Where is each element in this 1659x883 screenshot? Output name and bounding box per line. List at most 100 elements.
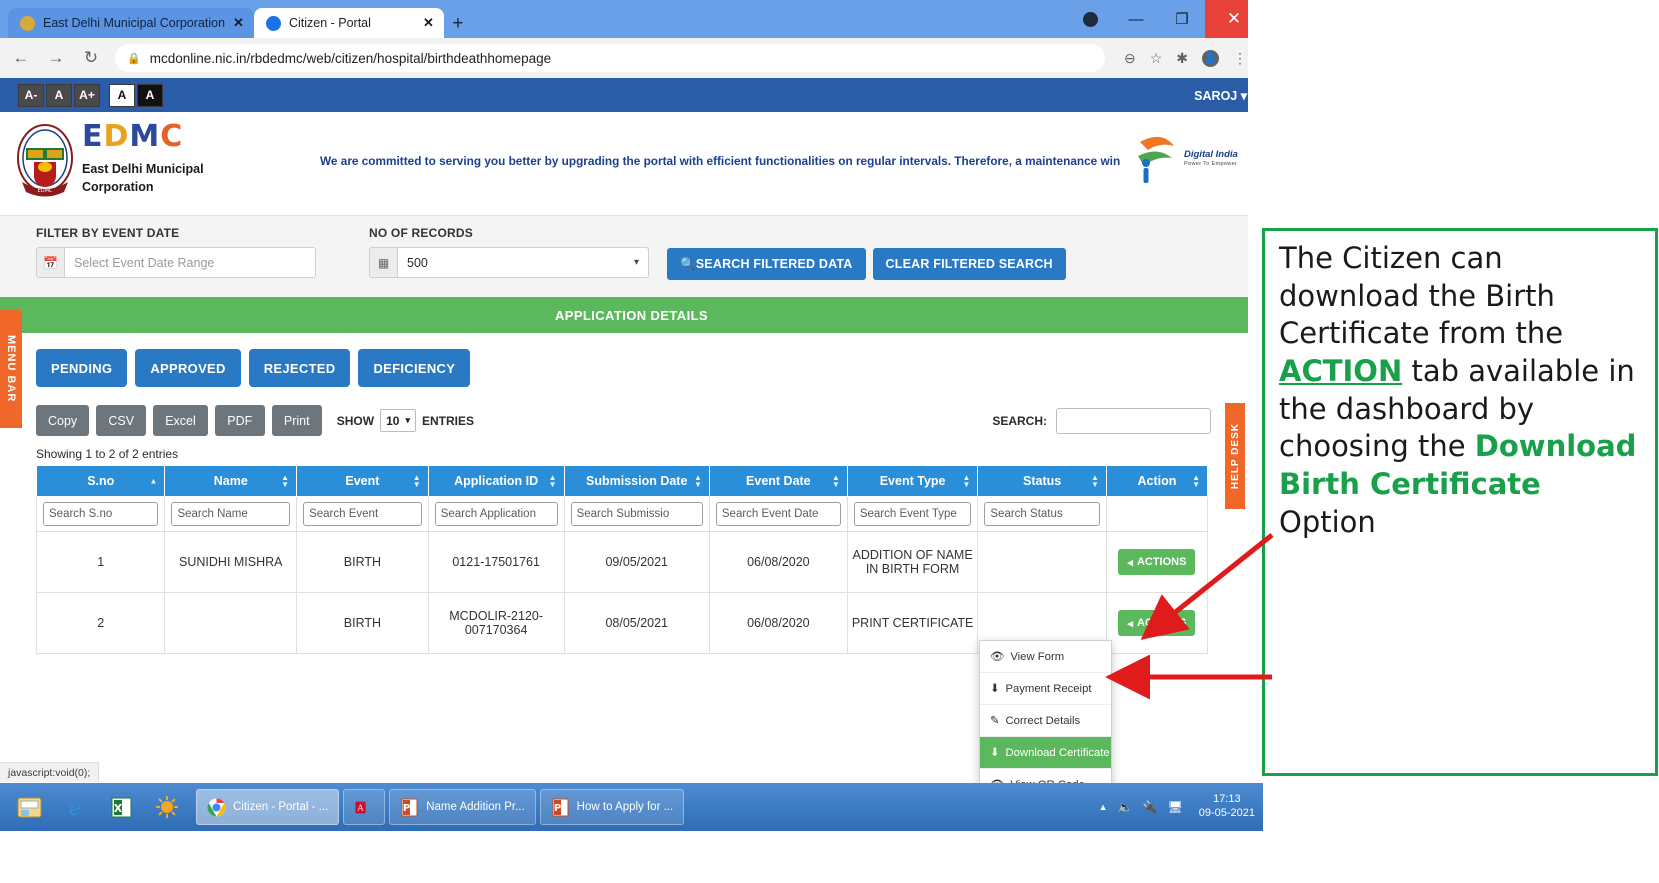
column-search-input[interactable]: Search Event Date — [715, 502, 841, 526]
profile-avatar-icon[interactable]: 👤 — [1202, 49, 1219, 67]
dropdown-item-correct-details[interactable]: ✎ Correct Details — [980, 705, 1111, 737]
column-search-input[interactable]: Search Name — [171, 502, 291, 526]
tab-rejected[interactable]: REJECTED — [248, 349, 351, 387]
state-tabs: PENDING APPROVED REJECTED DEFICIENCY — [0, 333, 1263, 387]
cell-action: ◂ ACTIONS — [1105, 592, 1209, 654]
forward-button[interactable]: → — [45, 48, 67, 68]
show-hidden-icons-icon[interactable]: ▲ — [1099, 802, 1108, 812]
cell-search-sno: Search S.no — [35, 496, 166, 532]
column-label: Name — [213, 474, 248, 488]
column-search-input[interactable]: Search S.no — [43, 502, 159, 526]
sun-icon[interactable] — [144, 786, 190, 828]
reload-button[interactable]: ↻ — [80, 48, 102, 68]
column-search-input[interactable]: Search Submissio — [570, 502, 703, 526]
tab-deficiency[interactable]: DEFICIENCY — [358, 349, 471, 387]
cell-search-status: Search Status — [977, 496, 1107, 532]
tab-close-icon[interactable]: ✕ — [423, 15, 434, 31]
browser-tab-2[interactable]: Citizen - Portal ✕ — [253, 8, 444, 38]
maximize-button[interactable]: ❐ — [1159, 0, 1205, 38]
user-menu[interactable]: SAROJ ▾ — [1194, 88, 1247, 103]
column-header-event-type[interactable]: Event Type ▲ ▼ — [846, 465, 979, 497]
records-select[interactable]: 500 ▾ — [397, 247, 649, 278]
menu-bar-label: MENU BAR — [5, 335, 17, 403]
contrast-dark-button[interactable]: A — [137, 83, 163, 107]
browser-menu-icon[interactable]: ⋮ — [1233, 50, 1247, 67]
bookmark-star-icon[interactable]: ☆ — [1150, 50, 1163, 67]
taskbar-task-acrobat[interactable]: A — [343, 789, 386, 825]
clock-date: 09-05-2021 — [1198, 807, 1255, 819]
event-date-input[interactable]: Select Event Date Range — [64, 247, 316, 278]
digital-india-text: Digital India Power To Empower — [1184, 149, 1238, 167]
sort-icon: ▲ ▼ — [281, 472, 290, 489]
display-icon[interactable]: 🖥 — [1167, 800, 1182, 814]
font-increase-button[interactable]: A+ — [74, 83, 100, 107]
font-decrease-button[interactable]: A- — [18, 83, 44, 107]
profile-dot-icon[interactable] — [1067, 0, 1113, 38]
column-search-input[interactable]: Search Status — [984, 502, 1100, 526]
internet-explorer-icon[interactable]: e — [52, 786, 98, 828]
actions-dropdown-menu: 👁 View Form ⬇ Payment Receipt ✎ Correct … — [979, 640, 1112, 783]
actions-button[interactable]: ◂ ACTIONS — [1118, 549, 1196, 575]
taskbar-clock[interactable]: 17:13 09-05-2021 — [1193, 793, 1255, 821]
taskbar-task-powerpoint-2[interactable]: P How to Apply for ... — [539, 789, 685, 825]
logo-letter-c: C — [160, 119, 184, 154]
logo-letter-e: E — [82, 119, 104, 154]
browser-tab-1[interactable]: East Delhi Municipal Corporation ✕ — [8, 8, 254, 38]
tab-strip: East Delhi Municipal Corporation ✕ Citiz… — [0, 0, 1263, 38]
column-search-input[interactable]: Search Event Type — [853, 502, 972, 526]
column-header-event-date[interactable]: Event Date ▲ ▼ — [708, 465, 848, 497]
column-header-name[interactable]: Name ▲ ▼ — [164, 465, 298, 497]
volume-icon[interactable]: 🔈 — [1118, 800, 1133, 814]
cell-name: SUNIDHI MISHRA — [164, 531, 298, 593]
print-button[interactable]: Print — [271, 405, 322, 436]
font-normal-button[interactable]: A — [46, 83, 72, 107]
column-search-input[interactable]: Search Event — [303, 502, 422, 526]
actions-button[interactable]: ◂ ACTIONS — [1118, 610, 1196, 636]
records-input-group[interactable]: ▦ 500 ▾ — [369, 247, 649, 278]
column-header-status[interactable]: Status ▲ ▼ — [977, 465, 1107, 497]
column-header-action[interactable]: Action ▲ ▼ — [1105, 465, 1209, 497]
zoom-out-icon[interactable]: ⊖ — [1124, 50, 1136, 67]
copy-button[interactable]: Copy — [36, 405, 90, 436]
excel-button[interactable]: Excel — [153, 405, 208, 436]
logo-letter-d: D — [103, 119, 130, 154]
column-header-sno[interactable]: S.no ▲ — [35, 465, 166, 497]
menu-bar-side-tab[interactable]: MENU BAR — [0, 310, 22, 428]
records-filter-group: NO OF RECORDS ▦ 500 ▾ — [369, 226, 649, 278]
pdf-button[interactable]: PDF — [214, 405, 265, 436]
cell-submission-date: 09/05/2021 — [563, 531, 710, 593]
tab-approved[interactable]: APPROVED — [135, 349, 241, 387]
cell-event-type: ADDITION OF NAME IN BIRTH FORM — [846, 531, 979, 593]
tab-close-icon[interactable]: ✕ — [233, 15, 244, 31]
back-button[interactable]: ← — [10, 48, 32, 68]
entries-select[interactable]: 10 ▾ — [380, 409, 416, 432]
column-header-event[interactable]: Event ▲ ▼ — [296, 465, 429, 497]
table-search-input[interactable] — [1056, 407, 1211, 434]
minimize-button[interactable]: — — [1113, 0, 1159, 38]
search-filtered-data-button[interactable]: 🔍SEARCH FILTERED DATA — [667, 248, 866, 280]
clear-filtered-search-button[interactable]: CLEAR FILTERED SEARCH — [872, 248, 1066, 280]
taskbar-task-powerpoint-1[interactable]: P Name Addition Pr... — [389, 789, 536, 825]
new-tab-button[interactable]: + — [444, 10, 472, 38]
dropdown-item-download-certificate[interactable]: ⬇ Download Certificate — [980, 737, 1111, 769]
excel-icon[interactable]: X — [98, 786, 144, 828]
network-icon[interactable]: 🔌 — [1143, 800, 1158, 814]
file-explorer-icon[interactable] — [6, 786, 52, 828]
chevron-left-icon: ◂ — [1127, 617, 1133, 630]
cell-event: BIRTH — [296, 531, 429, 593]
help-desk-side-tab[interactable]: HELP DESK — [1225, 403, 1245, 509]
tab-pending[interactable]: PENDING — [36, 349, 128, 387]
dropdown-item-view-form[interactable]: 👁 View Form — [980, 641, 1111, 673]
contrast-light-button[interactable]: A — [109, 83, 135, 107]
dropdown-item-payment-receipt[interactable]: ⬇ Payment Receipt — [980, 673, 1111, 705]
address-bar[interactable]: 🔒 mcdonline.nic.in/rbdedmc/web/citizen/h… — [115, 44, 1105, 72]
taskbar-task-chrome[interactable]: Citizen - Portal - ... — [196, 789, 340, 825]
extensions-icon[interactable]: ✱ — [1176, 50, 1188, 67]
column-header-submission-date[interactable]: Submission Date ▲ ▼ — [563, 465, 710, 497]
column-search-input[interactable]: Search Application — [434, 502, 558, 526]
edit-icon: ✎ — [990, 715, 1000, 727]
event-date-input-group[interactable]: 📅 Select Event Date Range — [36, 247, 316, 278]
column-header-application-id[interactable]: Application ID ▲ ▼ — [427, 465, 565, 497]
dropdown-item-view-qr-code[interactable]: 👁 View QR Code — [980, 769, 1111, 784]
csv-button[interactable]: CSV — [96, 405, 147, 436]
